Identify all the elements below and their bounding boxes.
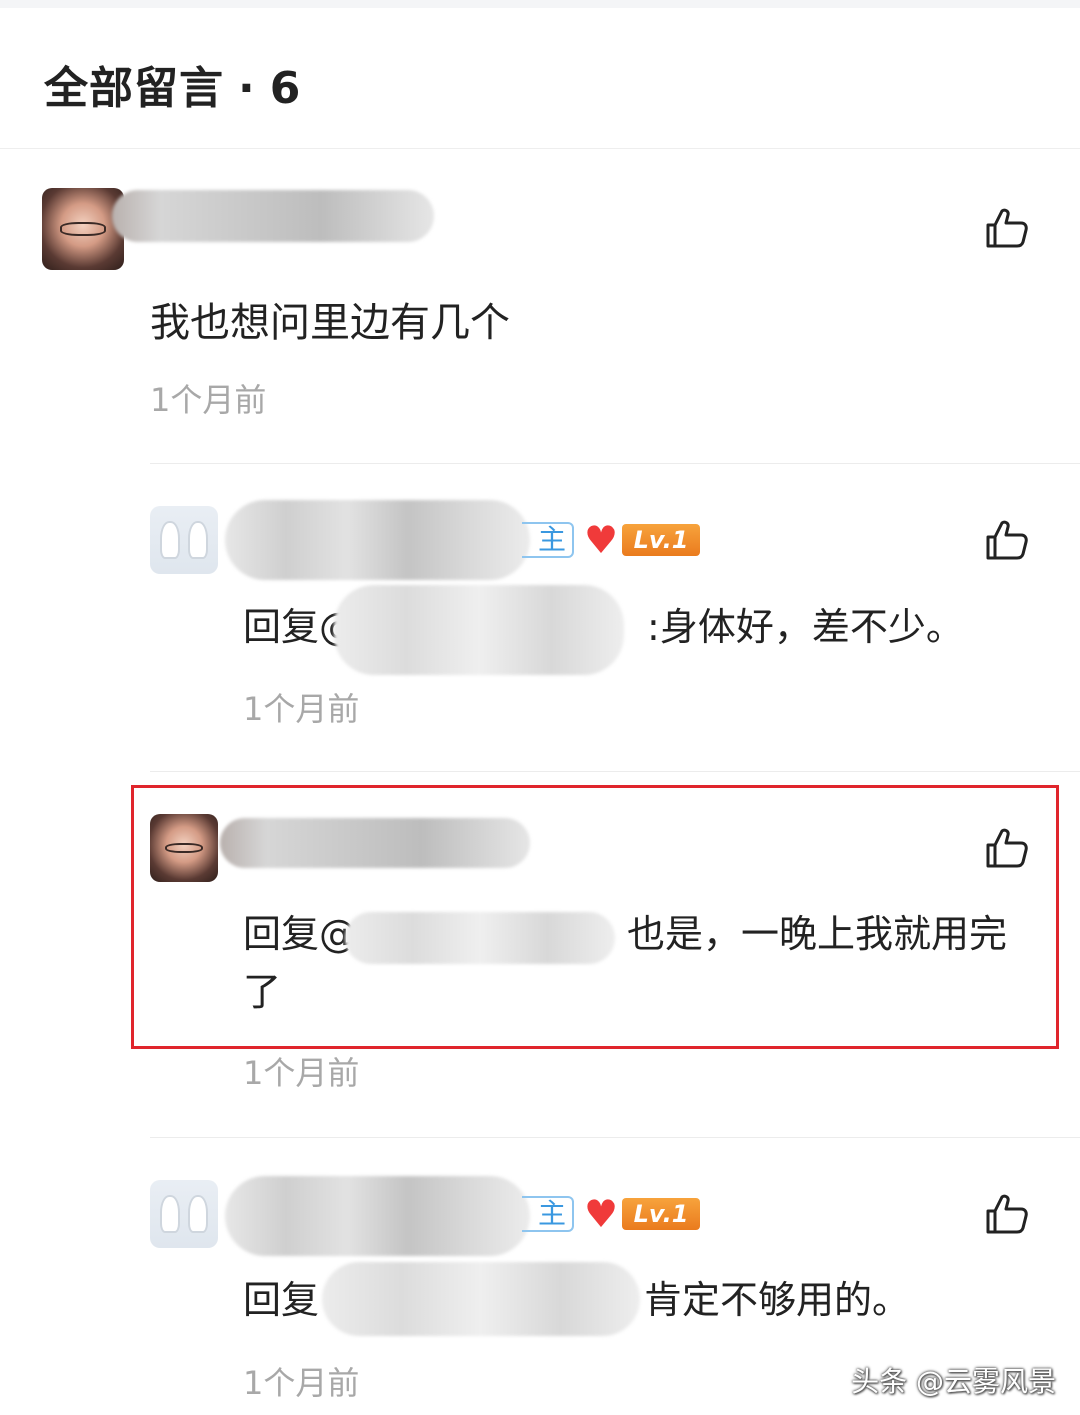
avatar[interactable] xyxy=(150,814,218,882)
comment-time: 1个月前 xyxy=(243,690,360,728)
avatar[interactable] xyxy=(42,188,124,270)
level-badge: Lv.1 xyxy=(622,524,700,556)
reply-prefix: 回复 xyxy=(243,1278,320,1322)
watermark: 头条 @云雾风景 xyxy=(851,1365,1056,1398)
comments-count: 6 xyxy=(269,63,302,114)
comments-title: 全部留言 · 6 xyxy=(44,52,301,116)
blurred-username xyxy=(220,818,530,868)
like-button[interactable] xyxy=(984,205,1030,251)
blurred-username xyxy=(225,1176,530,1256)
comments-title-label: 全部留言 xyxy=(44,63,224,114)
like-button[interactable] xyxy=(984,517,1030,563)
heart-icon: ♥ xyxy=(584,1192,619,1236)
reply-body: :身体好，差不少。 xyxy=(647,605,964,649)
blurred-username xyxy=(225,500,530,580)
comment-time: 1个月前 xyxy=(150,381,267,419)
reply-body: 也是，一晚上我就用完 xyxy=(627,912,1008,956)
owner-badge: 主人 xyxy=(522,522,574,558)
divider xyxy=(150,463,1080,464)
blurred-mention[interactable] xyxy=(322,1262,640,1336)
reply-body: 肯定不够用的。 xyxy=(644,1278,911,1322)
like-button[interactable] xyxy=(984,1191,1030,1237)
owner-badge: 主人 xyxy=(522,1196,574,1232)
thumbs-up-icon xyxy=(986,1194,1028,1234)
thumbs-up-icon xyxy=(986,828,1028,868)
comment-time: 1个月前 xyxy=(243,1054,360,1092)
comments-header: 全部留言 · 6 xyxy=(0,8,1080,149)
avatar[interactable] xyxy=(150,506,218,574)
reply-prefix: 回复@ xyxy=(243,912,358,956)
comments-title-separator: · xyxy=(238,63,256,114)
heart-icon: ♥ xyxy=(584,518,619,562)
blurred-mention[interactable] xyxy=(334,585,624,675)
divider xyxy=(150,771,1080,772)
avatar[interactable] xyxy=(150,1180,218,1248)
comment-text: 我也想问里边有几个 xyxy=(150,300,510,346)
blurred-mention[interactable] xyxy=(345,912,615,964)
level-badge: Lv.1 xyxy=(622,1198,700,1230)
reply-text-continued: 了 xyxy=(243,970,282,1014)
like-button[interactable] xyxy=(984,825,1030,871)
comment-time: 1个月前 xyxy=(243,1364,360,1402)
thumbs-up-icon xyxy=(986,520,1028,560)
divider xyxy=(150,1137,1080,1138)
top-strip xyxy=(0,0,1080,8)
thumbs-up-icon xyxy=(986,208,1028,248)
blurred-username xyxy=(112,190,434,242)
